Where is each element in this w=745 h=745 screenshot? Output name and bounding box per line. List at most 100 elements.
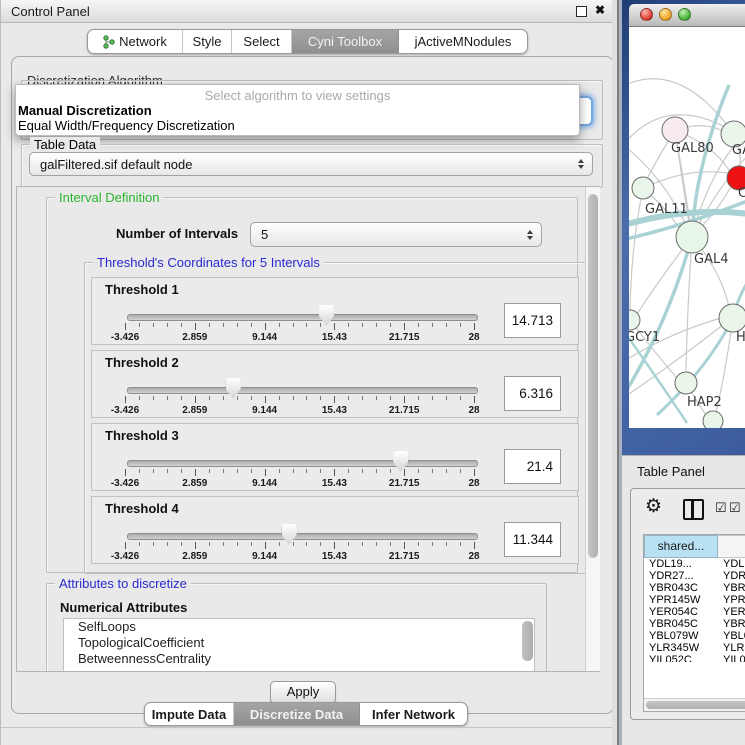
slider-tick-label: 9.144: [252, 332, 277, 343]
network-window-titlebar[interactable]: [629, 4, 745, 27]
attribute-list-item[interactable]: TopologicalCoefficient: [64, 635, 534, 651]
gear-icon[interactable]: ⚙: [645, 495, 662, 518]
slider-tick: [320, 542, 321, 546]
dropdown-option-manual-discretization[interactable]: Manual Discretization: [18, 103, 152, 118]
dropdown-option-equal-width-frequency[interactable]: Equal Width/Frequency Discretization: [18, 118, 235, 133]
network-node[interactable]: [719, 304, 745, 332]
tab-cyni-toolbox[interactable]: Cyni Toolbox: [292, 30, 399, 53]
horizontal-scrollbar-thumb[interactable]: [646, 701, 745, 709]
column-layout-icon[interactable]: [683, 499, 704, 520]
network-edge[interactable]: [630, 188, 643, 311]
slider-tick: [181, 469, 182, 473]
close-traffic-light-icon[interactable]: [640, 8, 653, 21]
slider-tick: [195, 396, 196, 403]
checkbox-checked-icon[interactable]: ☑: [729, 500, 741, 516]
tab-impute-data[interactable]: Impute Data: [145, 703, 234, 725]
threshold-slider[interactable]: [127, 387, 478, 394]
float-window-icon[interactable]: [576, 6, 587, 17]
column-header-shared-name[interactable]: shared...: [644, 535, 718, 558]
column-header-name[interactable]: n: [718, 535, 745, 558]
interval-definition-group: Interval Definition Number of Intervals …: [46, 197, 578, 573]
horizontal-scrollbar[interactable]: [644, 698, 745, 711]
table-row[interactable]: YBR045CYBR0: [644, 618, 745, 630]
vertical-scrollbar[interactable]: [585, 187, 600, 671]
checkbox-checked-icon[interactable]: ☑: [715, 500, 727, 516]
tab-network[interactable]: Network: [88, 30, 183, 53]
threshold-value-field[interactable]: 6.316: [504, 376, 561, 411]
threshold-slider[interactable]: [127, 460, 478, 467]
zoom-traffic-light-icon[interactable]: [678, 8, 691, 21]
network-icon: [103, 35, 115, 49]
table-data-label: Table Data: [30, 137, 100, 152]
tab-network-label: Network: [119, 34, 167, 49]
slider-tick: [125, 469, 126, 476]
threshold-value-field[interactable]: 14.713: [504, 303, 561, 338]
tab-select[interactable]: Select: [232, 30, 292, 53]
slider-tick: [223, 396, 224, 400]
table-panel-title: Table Panel: [637, 464, 705, 479]
threshold-value-field[interactable]: 21.4: [504, 449, 561, 484]
tab-jactivemnodules[interactable]: jActiveMNodules: [399, 30, 527, 53]
tab-style[interactable]: Style: [183, 30, 232, 53]
close-icon[interactable]: ✖: [595, 3, 605, 17]
tab-infer-network[interactable]: Infer Network: [360, 703, 467, 725]
table-row[interactable]: YDR27...YDR2: [644, 570, 745, 582]
network-node[interactable]: [676, 221, 708, 253]
threshold-slider[interactable]: [127, 533, 478, 540]
attribute-list-item[interactable]: SelfLoops: [64, 619, 534, 635]
apply-button[interactable]: Apply: [270, 681, 336, 704]
table-row[interactable]: YER054CYER0: [644, 606, 745, 618]
slider-tick: [418, 323, 419, 327]
slider-tick-label: 9.144: [252, 478, 277, 489]
table-row[interactable]: YIL052CYIL0: [644, 654, 745, 662]
slider-tick-label: 9.144: [252, 405, 277, 416]
table-row[interactable]: YPR145WYPR1: [644, 594, 745, 606]
slider-tick: [320, 469, 321, 473]
cell-shared-name: YIL052C: [644, 654, 718, 662]
slider-tick: [404, 469, 405, 476]
slider-tick-label: 21.715: [389, 551, 420, 562]
minimize-traffic-light-icon[interactable]: [659, 8, 672, 21]
number-of-intervals-combo[interactable]: 5: [250, 222, 542, 247]
slider-tick: [223, 542, 224, 546]
slider-tick-label: 2.859: [182, 551, 207, 562]
list-scrollbar[interactable]: [522, 621, 533, 661]
attribute-list-item[interactable]: BetweennessCentrality: [64, 651, 534, 667]
tab-discretize-data[interactable]: Discretize Data: [234, 703, 360, 725]
slider-tick-label: 28: [468, 551, 479, 562]
network-node[interactable]: [632, 177, 654, 199]
slider-tick: [139, 396, 140, 400]
network-node[interactable]: [662, 117, 688, 143]
table-row[interactable]: YBL079WYBL0: [644, 630, 745, 642]
slider-tick-label: -3.426: [111, 405, 139, 416]
table-row[interactable]: YBR043CYBR0: [644, 582, 745, 594]
combo-arrows-icon: [527, 230, 533, 240]
slider-tick: [376, 396, 377, 400]
slider-tick: [376, 542, 377, 546]
slider-tick: [251, 323, 252, 327]
threshold-box: Threshold 3 -3.4262.8599.14415.4321.7152…: [91, 423, 579, 491]
slider-tick: [279, 396, 280, 400]
slider-tick: [418, 469, 419, 473]
network-node[interactable]: [703, 411, 723, 428]
threshold-value-field[interactable]: 11.344: [504, 522, 561, 557]
slider-tick: [348, 396, 349, 400]
network-edge[interactable]: [643, 172, 727, 188]
table-data-combo[interactable]: galFiltered.sif default node: [29, 152, 593, 176]
network-node[interactable]: [675, 372, 697, 394]
slider-tick: [376, 469, 377, 473]
slider-tick-label: -3.426: [111, 478, 139, 489]
threshold-slider[interactable]: [127, 314, 478, 321]
slider-tick: [390, 469, 391, 473]
slider-tick: [209, 323, 210, 327]
slider-tick: [446, 542, 447, 546]
slider-tick: [265, 542, 266, 549]
network-node-label: C: [738, 186, 745, 201]
control-panel: Control Panel ✖ Network Style Select: [0, 0, 619, 745]
vertical-scrollbar-thumb[interactable]: [588, 194, 598, 558]
panel-divider[interactable]: [612, 0, 622, 745]
table-row[interactable]: YDL19...YDL1: [644, 558, 745, 570]
table-row[interactable]: YLR345WYLR3: [644, 642, 745, 654]
network-canvas[interactable]: GAL80GALCGAL11GAL4GCY1HHAP2: [629, 27, 745, 428]
slider-tick: [153, 396, 154, 400]
